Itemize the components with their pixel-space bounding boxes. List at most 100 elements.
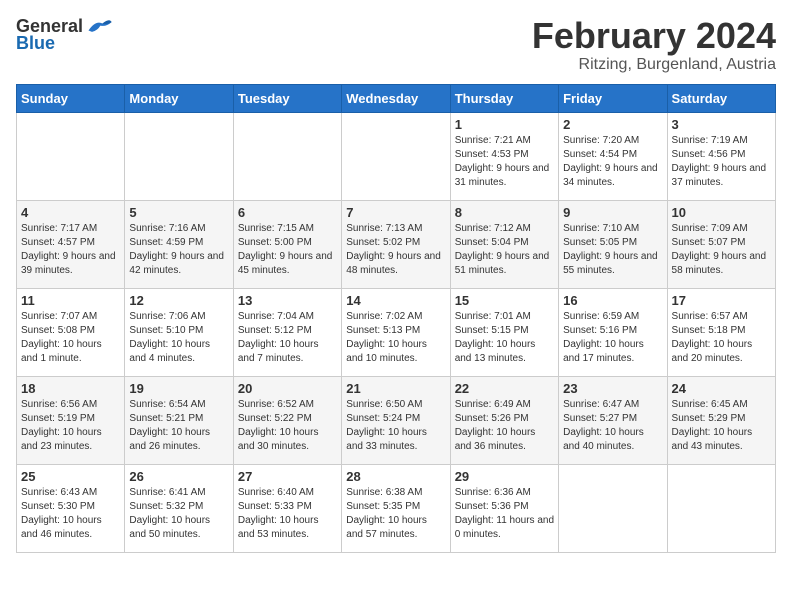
day-number: 26 — [129, 469, 228, 484]
day-info: Sunrise: 6:40 AMSunset: 5:33 PMDaylight:… — [238, 486, 337, 542]
day-info: Sunrise: 7:17 AMSunset: 4:57 PMDaylight:… — [21, 222, 120, 278]
day-info: Sunrise: 6:56 AMSunset: 5:19 PMDaylight:… — [21, 398, 120, 454]
location-subtitle: Ritzing, Burgenland, Austria — [532, 56, 776, 74]
day-number: 1 — [455, 117, 554, 132]
calendar-cell: 2 Sunrise: 7:20 AMSunset: 4:54 PMDaylight… — [559, 112, 667, 200]
day-info: Sunrise: 7:16 AMSunset: 4:59 PMDaylight:… — [129, 222, 228, 278]
calendar-cell: 7Sunrise: 7:13 AMSunset: 5:02 PMDaylight… — [342, 200, 450, 288]
day-number: 10 — [672, 205, 771, 220]
calendar-cell: 9Sunrise: 7:10 AMSunset: 5:05 PMDaylight… — [559, 200, 667, 288]
calendar-cell: 10 Sunrise: 7:09 AMSunset: 5:07 PMDayligh… — [667, 200, 775, 288]
day-info: Sunrise: 7:13 AMSunset: 5:02 PMDaylight:… — [346, 222, 445, 278]
header-wednesday: Wednesday — [342, 84, 450, 112]
calendar-cell: 11Sunrise: 7:07 AMSunset: 5:08 PMDayligh… — [17, 288, 125, 376]
week-row-5: 25 Sunrise: 6:43 AMSunset: 5:30 PMDayligh… — [17, 464, 776, 552]
calendar-cell: 13 Sunrise: 7:04 AMSunset: 5:12 PMDayligh… — [233, 288, 341, 376]
header-sunday: Sunday — [17, 84, 125, 112]
calendar-cell: 28 Sunrise: 6:38 AMSunset: 5:35 PMDayligh… — [342, 464, 450, 552]
day-info: Sunrise: 7:19 AMSunset: 4:56 PMDaylight:… — [672, 134, 771, 190]
calendar-cell: 25 Sunrise: 6:43 AMSunset: 5:30 PMDayligh… — [17, 464, 125, 552]
day-info: Sunrise: 7:02 AMSunset: 5:13 PMDaylight:… — [346, 310, 445, 366]
day-number: 4 — [21, 205, 120, 220]
calendar-cell: 16 Sunrise: 6:59 AMSunset: 5:16 PMDayligh… — [559, 288, 667, 376]
day-number: 27 — [238, 469, 337, 484]
calendar-cell: 26 Sunrise: 6:41 AMSunset: 5:32 PMDayligh… — [125, 464, 233, 552]
day-number: 19 — [129, 381, 228, 396]
day-number: 22 — [455, 381, 554, 396]
title-block: February 2024 Ritzing, Burgenland, Austr… — [532, 16, 776, 74]
calendar-cell: 5 Sunrise: 7:16 AMSunset: 4:59 PMDaylight… — [125, 200, 233, 288]
calendar-cell: 23 Sunrise: 6:47 AMSunset: 5:27 PMDayligh… — [559, 376, 667, 464]
day-number: 3 — [672, 117, 771, 132]
day-info: Sunrise: 7:15 AMSunset: 5:00 PMDaylight:… — [238, 222, 337, 278]
day-number: 25 — [21, 469, 120, 484]
day-info: Sunrise: 6:36 AMSunset: 5:36 PMDaylight:… — [455, 486, 554, 542]
calendar-cell — [342, 112, 450, 200]
calendar-cell: 1 Sunrise: 7:21 AMSunset: 4:53 PMDaylight… — [450, 112, 558, 200]
week-row-1: 1 Sunrise: 7:21 AMSunset: 4:53 PMDaylight… — [17, 112, 776, 200]
day-info: Sunrise: 7:06 AMSunset: 5:10 PMDaylight:… — [129, 310, 228, 366]
day-number: 6 — [238, 205, 337, 220]
week-row-3: 11Sunrise: 7:07 AMSunset: 5:08 PMDayligh… — [17, 288, 776, 376]
day-number: 17 — [672, 293, 771, 308]
day-number: 28 — [346, 469, 445, 484]
header-saturday: Saturday — [667, 84, 775, 112]
month-title: February 2024 — [532, 16, 776, 56]
day-info: Sunrise: 7:07 AMSunset: 5:08 PMDaylight:… — [21, 310, 120, 366]
header-tuesday: Tuesday — [233, 84, 341, 112]
day-info: Sunrise: 6:54 AMSunset: 5:21 PMDaylight:… — [129, 398, 228, 454]
day-number: 15 — [455, 293, 554, 308]
day-number: 23 — [563, 381, 662, 396]
day-number: 12 — [129, 293, 228, 308]
header-friday: Friday — [559, 84, 667, 112]
day-number: 18 — [21, 381, 120, 396]
calendar-cell: 22 Sunrise: 6:49 AMSunset: 5:26 PMDayligh… — [450, 376, 558, 464]
day-number: 16 — [563, 293, 662, 308]
week-row-2: 4 Sunrise: 7:17 AMSunset: 4:57 PMDaylight… — [17, 200, 776, 288]
day-number: 2 — [563, 117, 662, 132]
day-number: 8 — [455, 205, 554, 220]
day-number: 5 — [129, 205, 228, 220]
day-info: Sunrise: 6:52 AMSunset: 5:22 PMDaylight:… — [238, 398, 337, 454]
day-number: 21 — [346, 381, 445, 396]
day-info: Sunrise: 7:04 AMSunset: 5:12 PMDaylight:… — [238, 310, 337, 366]
calendar-cell: 20 Sunrise: 6:52 AMSunset: 5:22 PMDayligh… — [233, 376, 341, 464]
day-info: Sunrise: 7:21 AMSunset: 4:53 PMDaylight:… — [455, 134, 554, 190]
calendar-cell: 24 Sunrise: 6:45 AMSunset: 5:29 PMDayligh… — [667, 376, 775, 464]
day-number: 24 — [672, 381, 771, 396]
day-info: Sunrise: 7:01 AMSunset: 5:15 PMDaylight:… — [455, 310, 554, 366]
calendar-cell: 17 Sunrise: 6:57 AMSunset: 5:18 PMDayligh… — [667, 288, 775, 376]
day-number: 29 — [455, 469, 554, 484]
day-number: 20 — [238, 381, 337, 396]
calendar-cell: 4 Sunrise: 7:17 AMSunset: 4:57 PMDaylight… — [17, 200, 125, 288]
logo-bird-icon — [85, 16, 113, 38]
day-info: Sunrise: 6:50 AMSunset: 5:24 PMDaylight:… — [346, 398, 445, 454]
calendar-table: SundayMondayTuesdayWednesdayThursdayFrid… — [16, 84, 776, 553]
day-info: Sunrise: 6:45 AMSunset: 5:29 PMDaylight:… — [672, 398, 771, 454]
day-info: Sunrise: 6:41 AMSunset: 5:32 PMDaylight:… — [129, 486, 228, 542]
calendar-cell: 6 Sunrise: 7:15 AMSunset: 5:00 PMDaylight… — [233, 200, 341, 288]
day-info: Sunrise: 6:59 AMSunset: 5:16 PMDaylight:… — [563, 310, 662, 366]
day-number: 13 — [238, 293, 337, 308]
day-info: Sunrise: 7:09 AMSunset: 5:07 PMDaylight:… — [672, 222, 771, 278]
page-header: General Blue February 2024 Ritzing, Burg… — [16, 16, 776, 74]
calendar-cell — [667, 464, 775, 552]
calendar-cell: 15 Sunrise: 7:01 AMSunset: 5:15 PMDayligh… — [450, 288, 558, 376]
logo: General Blue — [16, 16, 113, 54]
calendar-cell: 18 Sunrise: 6:56 AMSunset: 5:19 PMDayligh… — [17, 376, 125, 464]
calendar-cell: 21 Sunrise: 6:50 AMSunset: 5:24 PMDayligh… — [342, 376, 450, 464]
day-number: 14 — [346, 293, 445, 308]
header-monday: Monday — [125, 84, 233, 112]
day-info: Sunrise: 7:10 AMSunset: 5:05 PMDaylight:… — [563, 222, 662, 278]
calendar-cell — [17, 112, 125, 200]
calendar-cell: 19 Sunrise: 6:54 AMSunset: 5:21 PMDayligh… — [125, 376, 233, 464]
logo-blue-text: Blue — [16, 34, 55, 54]
day-info: Sunrise: 6:49 AMSunset: 5:26 PMDaylight:… — [455, 398, 554, 454]
calendar-cell: 3 Sunrise: 7:19 AMSunset: 4:56 PMDaylight… — [667, 112, 775, 200]
day-info: Sunrise: 6:57 AMSunset: 5:18 PMDaylight:… — [672, 310, 771, 366]
day-info: Sunrise: 6:47 AMSunset: 5:27 PMDaylight:… — [563, 398, 662, 454]
day-info: Sunrise: 7:20 AMSunset: 4:54 PMDaylight:… — [563, 134, 662, 190]
day-info: Sunrise: 6:43 AMSunset: 5:30 PMDaylight:… — [21, 486, 120, 542]
calendar-cell: 8Sunrise: 7:12 AMSunset: 5:04 PMDaylight… — [450, 200, 558, 288]
day-info: Sunrise: 6:38 AMSunset: 5:35 PMDaylight:… — [346, 486, 445, 542]
